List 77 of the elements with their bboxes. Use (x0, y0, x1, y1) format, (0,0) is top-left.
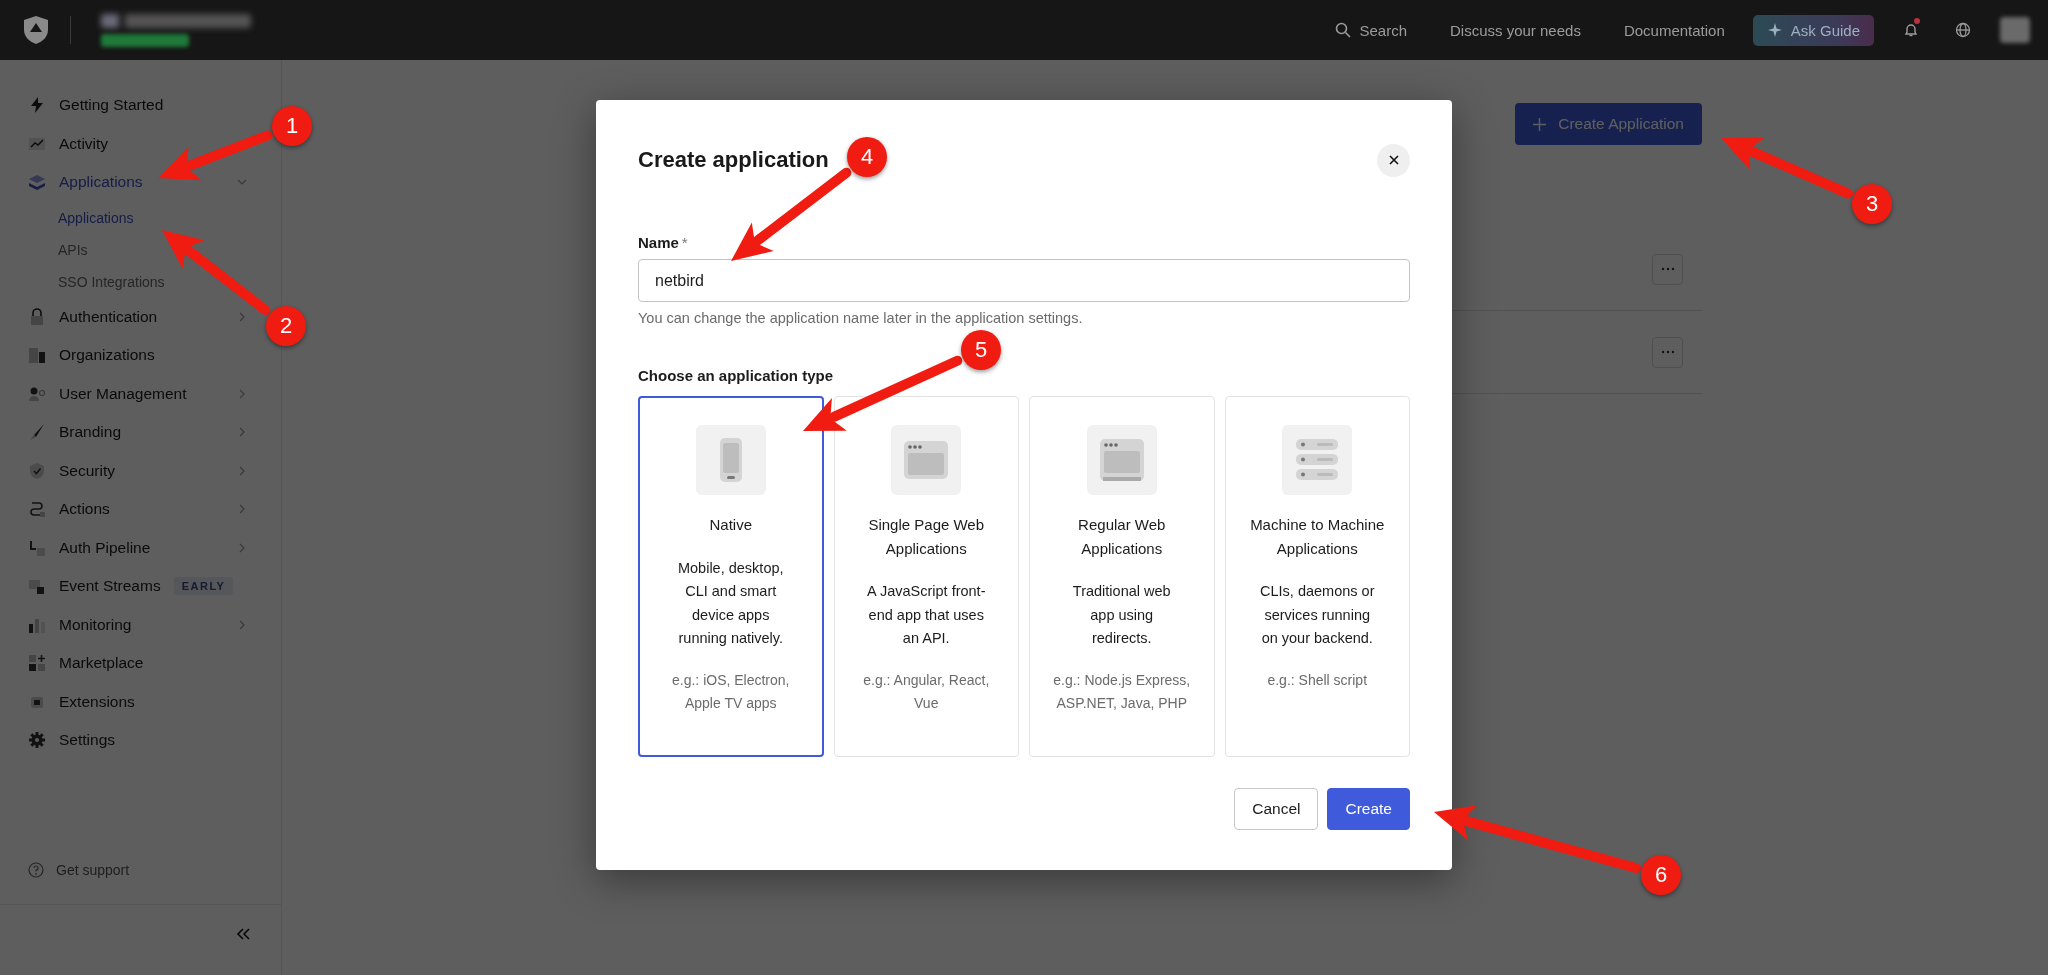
sidebar-item[interactable]: Event Streams EARLY (0, 567, 257, 606)
shield-check-icon (28, 461, 46, 480)
card-description: Traditional web app using redirects. (1071, 582, 1172, 648)
step-number: 1 (272, 106, 312, 146)
sidebar-item[interactable]: Actions (0, 490, 257, 529)
sidebar-item[interactable]: Settings (0, 721, 257, 760)
required-mark: * (681, 234, 688, 251)
card-description: A JavaScript front-end app that uses an API. (866, 582, 987, 648)
application-type-card[interactable]: Regular Web Applications Traditional web app using redirects. e.g.: Node.js Express, ASP.NET, Java, PHP (1029, 396, 1215, 757)
server-rack-icon (1282, 425, 1353, 495)
sidebar-item[interactable]: Authentication (0, 297, 257, 336)
blurred-avatar[interactable] (2000, 17, 2030, 43)
pipeline-icon (28, 538, 46, 557)
application-type-card[interactable]: Native Mobile, desktop, CLI and smart device apps running natively. e.g.: iOS, Electron, Apple TV apps (638, 396, 824, 757)
flow-icon (28, 500, 46, 519)
browser-window-icon (891, 425, 962, 495)
sidebar-subitem[interactable]: Applications (0, 201, 281, 234)
sidebar-item[interactable]: Applications (0, 163, 257, 202)
name-input-field[interactable]: netbird (638, 259, 1410, 302)
grid-plus-icon (28, 654, 46, 673)
layers-icon (28, 173, 46, 192)
lock-icon (28, 307, 46, 326)
settings-icon (28, 731, 46, 750)
sidebar-item[interactable]: User Management (0, 374, 257, 413)
field-label: Name * (638, 234, 688, 251)
application-type-card[interactable]: Single Page Web Applications A JavaScript front-end app that uses an API. e.g.: Angular, React, Vue (833, 396, 1019, 757)
sidebar-item[interactable]: Activity (0, 124, 257, 163)
plus-icon (1533, 117, 1547, 131)
globe-icon[interactable] (1955, 22, 1971, 38)
card-title: Regular Web Applications (1077, 515, 1167, 559)
card-examples: e.g.: iOS, Electron, Apple TV apps (671, 670, 791, 713)
notification-bell-icon[interactable] (1903, 22, 1919, 38)
dialog-title: Create application (638, 147, 829, 173)
ask-guide-button[interactable]: Ask Guide (1752, 14, 1874, 46)
step-number: 3 (1852, 184, 1892, 224)
card-examples: e.g.: Angular, React, Vue (862, 670, 991, 713)
get-support-link[interactable]: Get support (0, 850, 281, 890)
card-examples: e.g.: Shell script (1266, 670, 1369, 690)
card-title: Machine to Machine Applications (1249, 515, 1386, 559)
phone-icon (695, 425, 766, 495)
step-number: 2 (266, 306, 306, 346)
field-hint: You can change the application name later in the application settings. (638, 310, 1084, 327)
desktop-window-icon (1086, 425, 1157, 495)
lightning-icon (28, 96, 46, 115)
search-link[interactable]: Search (1335, 21, 1407, 39)
sidebar-item[interactable]: Organizations (0, 336, 257, 375)
card-title: Single Page Web Applications (867, 515, 986, 559)
help-icon (28, 862, 44, 878)
create-application-button[interactable]: Create Application (1515, 103, 1702, 145)
sidebar-item[interactable]: Extensions (0, 682, 257, 721)
sidebar-item[interactable]: Getting Started (0, 86, 257, 125)
application-type-card[interactable]: Machine to Machine Applications CLIs, daemons or services running on your backend. e.g.: Shell script (1224, 396, 1410, 757)
shield-logo-icon[interactable] (22, 15, 50, 45)
blurred-tenant-name[interactable] (101, 13, 251, 28)
sidebar-item[interactable]: Security (0, 451, 257, 490)
close-button[interactable] (1377, 143, 1410, 177)
early-badge: EARLY (173, 577, 234, 596)
card-description: CLIs, daemons or services running on your backend. (1259, 582, 1376, 648)
sidebar-item[interactable]: Monitoring (0, 605, 257, 644)
search-icon (1335, 22, 1352, 38)
nav-link[interactable]: Discuss your needs (1450, 21, 1581, 39)
create-button[interactable]: Create (1327, 788, 1410, 830)
card-title: Native (708, 515, 753, 535)
cancel-button[interactable]: Cancel (1234, 788, 1319, 830)
stream-icon (28, 577, 46, 596)
sidebar-subitem[interactable]: APIs (0, 233, 281, 266)
nav-link[interactable]: Documentation (1623, 21, 1725, 39)
sidebar-item[interactable]: Marketplace (0, 644, 257, 683)
card-description: Mobile, desktop, CLI and smart device apps running natively. (676, 558, 785, 648)
building-icon (28, 346, 46, 365)
sidebar-item[interactable]: Auth Pipeline (0, 528, 257, 567)
collapse-sidebar-icon[interactable] (235, 927, 251, 941)
sidebar-subitem[interactable]: SSO Integrations (0, 265, 281, 298)
card-examples: e.g.: Node.js Express, ASP.NET, Java, PHP (1052, 670, 1192, 713)
step-number: 6 (1641, 855, 1681, 895)
section-heading: Choose an application type (638, 367, 834, 384)
sidebar-item[interactable]: Branding (0, 413, 257, 452)
